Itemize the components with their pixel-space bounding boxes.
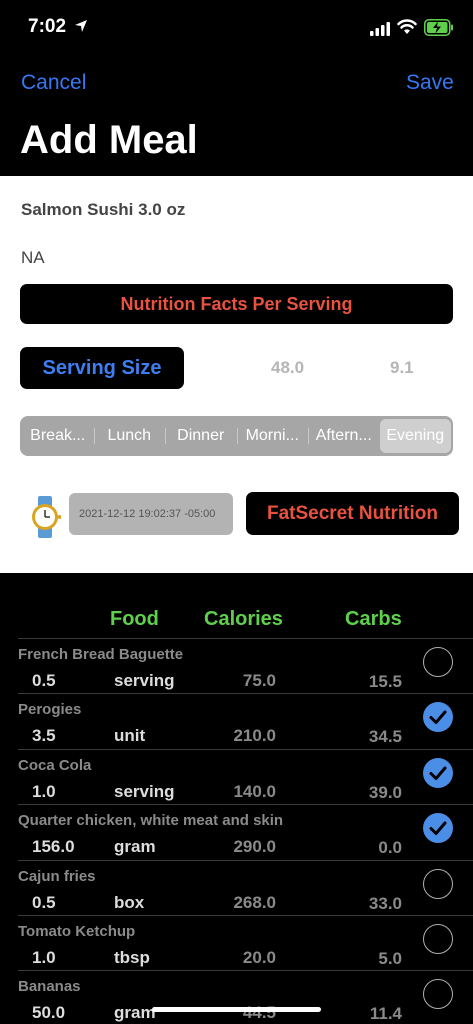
food-row-unit[interactable]: serving bbox=[114, 671, 174, 691]
food-row-quantity[interactable]: 1.0 bbox=[32, 948, 56, 968]
cellular-signal-icon bbox=[370, 22, 390, 36]
food-brand: NA bbox=[21, 248, 45, 267]
food-row-name: Perogies bbox=[18, 701, 82, 719]
row-divider bbox=[18, 693, 473, 695]
food-row-quantity[interactable]: 3.5 bbox=[32, 726, 56, 746]
food-name: Salmon Sushi 3.0 oz bbox=[21, 200, 186, 219]
food-row-quantity[interactable]: 50.0 bbox=[32, 1003, 65, 1023]
food-row-calories: 20.0 bbox=[242, 948, 276, 967]
wifi-icon bbox=[397, 19, 417, 34]
row-divider bbox=[18, 859, 473, 861]
unchecked-circle-icon[interactable] bbox=[423, 868, 453, 899]
checked-circle-icon[interactable] bbox=[423, 702, 453, 733]
unchecked-circle-icon[interactable] bbox=[423, 979, 453, 1010]
serving-value-1: 48.0 bbox=[271, 358, 305, 377]
row-divider bbox=[18, 748, 473, 750]
food-row-name: Tomato Ketchup bbox=[18, 923, 136, 940]
food-row-unit[interactable]: unit bbox=[114, 726, 145, 746]
segment-dinner[interactable]: Dinner bbox=[165, 419, 237, 453]
page-title: Add Meal bbox=[20, 118, 198, 162]
food-row-calories: 290.0 bbox=[233, 837, 276, 857]
row-divider bbox=[18, 804, 473, 806]
fatsecret-nutrition-button[interactable]: FatSecret Nutrition bbox=[246, 492, 459, 535]
food-row-carbs: 34.5 bbox=[368, 727, 402, 747]
food-row-unit[interactable]: box bbox=[114, 893, 144, 913]
checked-circle-icon[interactable] bbox=[423, 757, 453, 788]
food-row-unit[interactable]: gram bbox=[114, 1003, 156, 1023]
unchecked-circle-icon[interactable] bbox=[423, 924, 453, 954]
status-time: 7:02 bbox=[28, 16, 67, 37]
food-row-carbs: 11.4 bbox=[369, 1004, 402, 1024]
battery-charging-icon bbox=[424, 19, 453, 36]
food-row-quantity[interactable]: 0.5 bbox=[32, 893, 56, 913]
cancel-button[interactable]: Cancel bbox=[21, 71, 86, 95]
food-row-calories: 210.0 bbox=[233, 726, 276, 746]
location-arrow-icon bbox=[75, 20, 87, 32]
segment-afternoon[interactable]: Aftern... bbox=[308, 419, 380, 453]
checked-circle-icon[interactable] bbox=[423, 813, 453, 844]
segment-lunch[interactable]: Lunch bbox=[93, 419, 166, 453]
food-row-quantity[interactable]: 156.0 bbox=[32, 837, 75, 857]
food-row-calories: 268.0 bbox=[233, 892, 276, 912]
food-row-unit[interactable]: tbsp bbox=[114, 948, 150, 968]
segment-breakfast[interactable]: Break... bbox=[22, 419, 94, 453]
save-button[interactable]: Save bbox=[406, 71, 454, 95]
serving-value-2: 9.1 bbox=[390, 358, 414, 377]
food-row-quantity[interactable]: 0.5 bbox=[32, 671, 56, 691]
food-row-name: Bananas bbox=[18, 978, 81, 996]
food-row-name: Quarter chicken, white meat and skin bbox=[18, 812, 284, 830]
home-indicator bbox=[152, 1007, 321, 1012]
food-row-unit[interactable]: gram bbox=[114, 837, 156, 857]
food-row-name: French Bread Baguette bbox=[18, 646, 184, 663]
food-row-carbs: 33.0 bbox=[368, 893, 402, 913]
food-row-calories: 75.0 bbox=[242, 671, 276, 690]
nutrition-facts-button[interactable]: Nutrition Facts Per Serving bbox=[20, 284, 453, 324]
food-row-unit[interactable]: serving bbox=[114, 782, 174, 802]
food-row-quantity[interactable]: 1.0 bbox=[32, 782, 56, 802]
meal-type-segmented-control: Break... Lunch Dinner Morni... Aftern...… bbox=[20, 416, 453, 456]
food-row-name: Coca Cola bbox=[18, 756, 92, 774]
header-calories: Calories bbox=[204, 608, 283, 630]
serving-size-button[interactable]: Serving Size bbox=[20, 347, 184, 389]
watch-icon bbox=[32, 496, 61, 538]
food-row-carbs: 15.5 bbox=[368, 672, 402, 691]
food-row-name: Cajun fries bbox=[18, 867, 96, 885]
segment-morning[interactable]: Morni... bbox=[236, 419, 309, 453]
row-divider bbox=[18, 638, 473, 639]
row-divider bbox=[18, 970, 473, 972]
food-row-carbs: 0.0 bbox=[378, 838, 402, 858]
row-divider bbox=[18, 915, 473, 916]
food-row-calories: 140.0 bbox=[233, 781, 276, 801]
food-row-carbs: 39.0 bbox=[368, 782, 402, 802]
header-carbs: Carbs bbox=[345, 608, 402, 630]
datetime-picker[interactable]: 2021-12-12 19:02:37 -05:00 bbox=[69, 493, 233, 535]
segment-evening[interactable]: Evening bbox=[379, 419, 451, 453]
header-food: Food bbox=[110, 608, 159, 630]
unchecked-circle-icon[interactable] bbox=[423, 647, 453, 677]
food-row-carbs: 5.0 bbox=[378, 949, 402, 968]
